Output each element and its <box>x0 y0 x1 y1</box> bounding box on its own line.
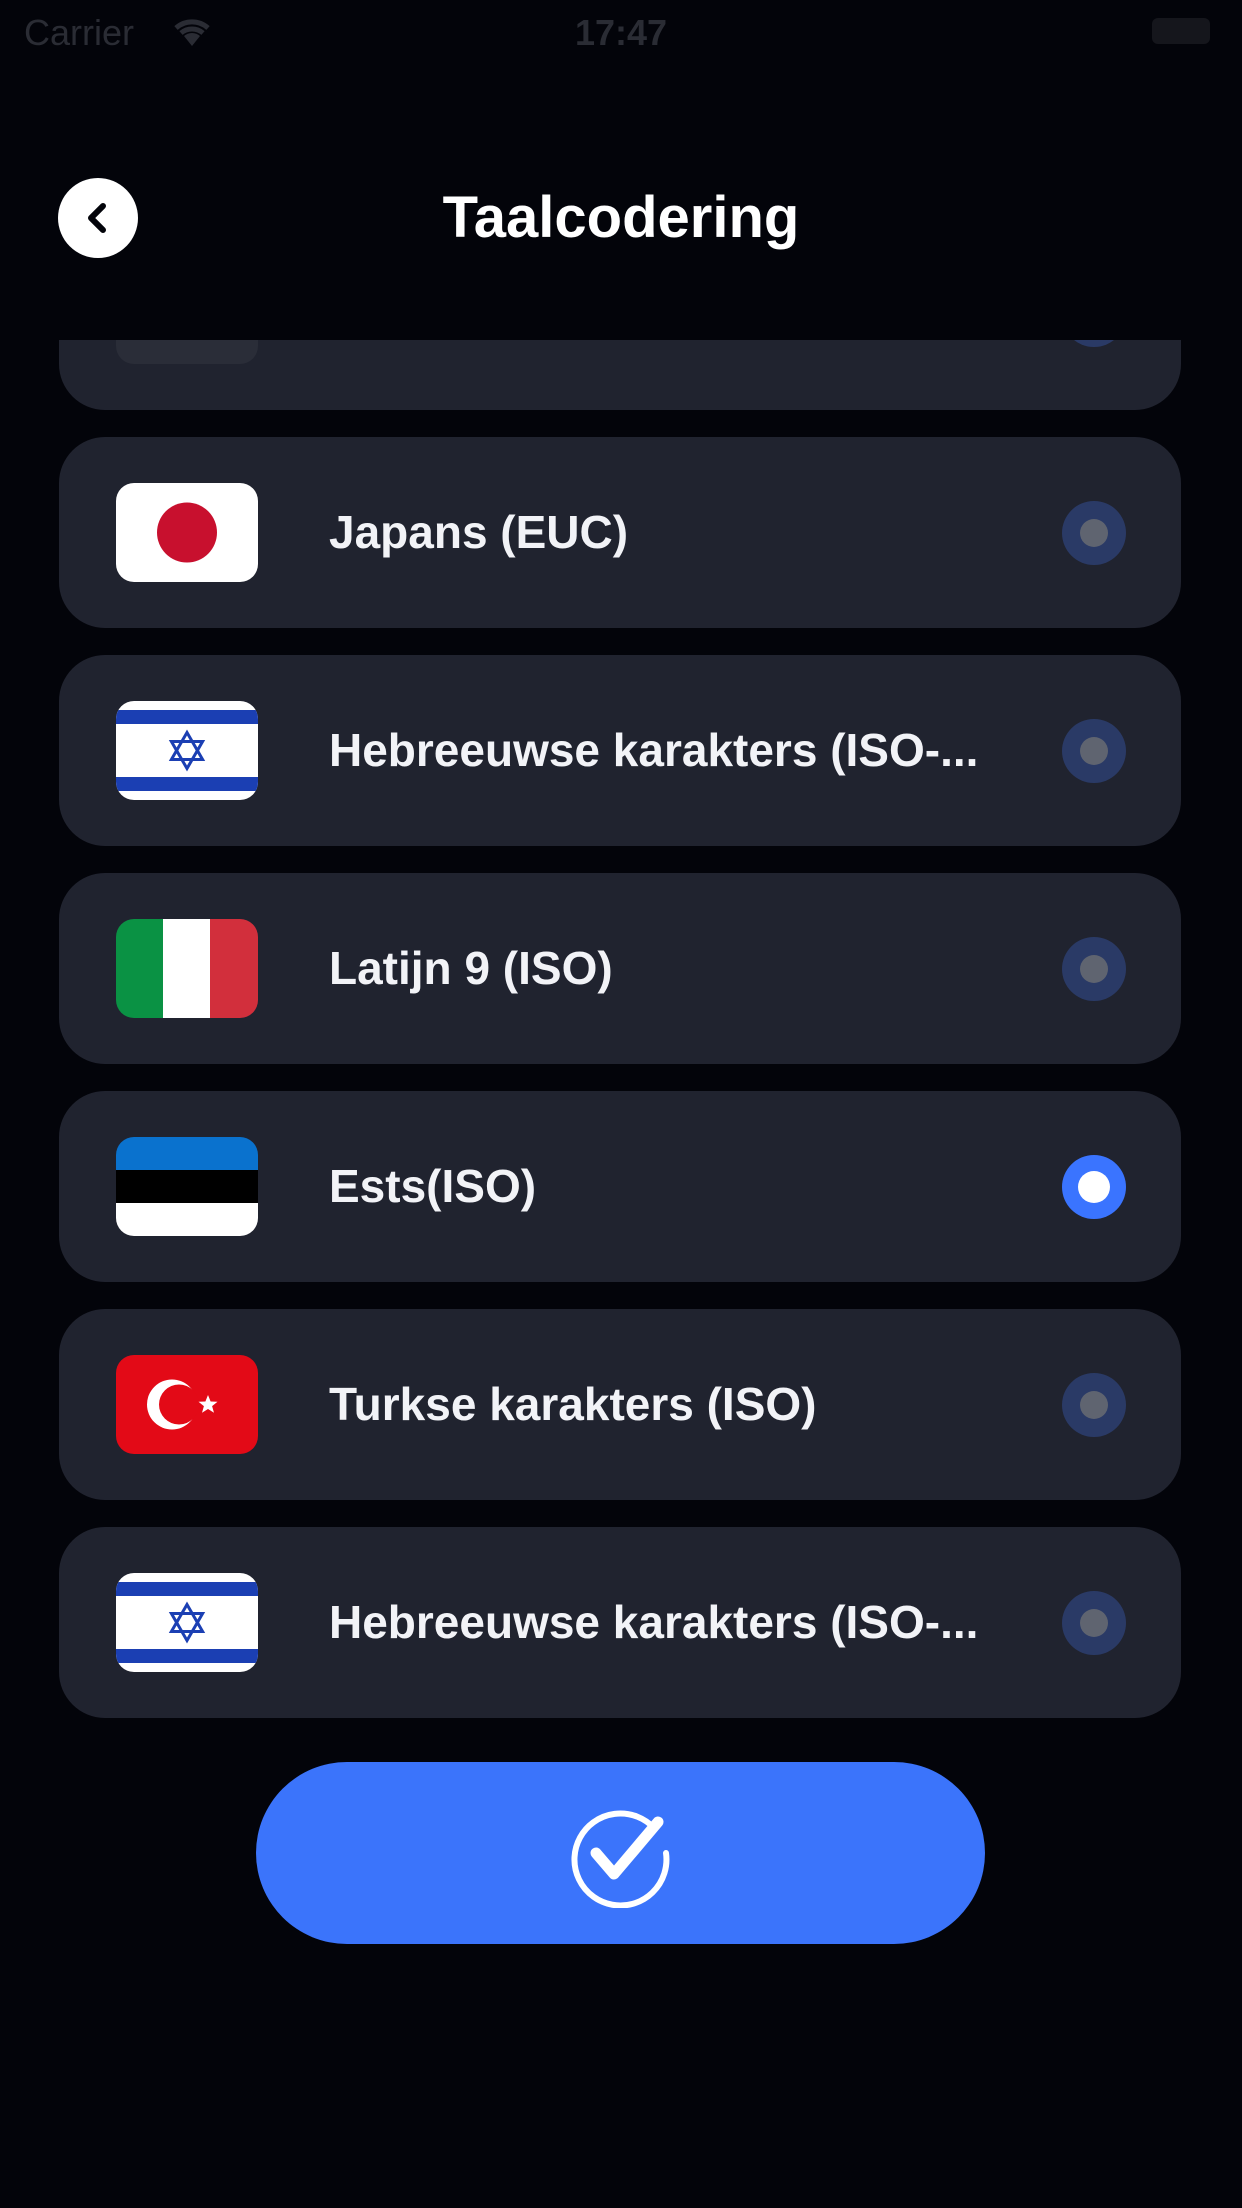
turkey-flag-icon <box>116 1355 258 1454</box>
japan-flag-icon <box>116 483 258 582</box>
israel-flag-icon <box>116 701 258 800</box>
radio-dot <box>1078 1171 1110 1203</box>
radio-button[interactable] <box>1062 1373 1126 1437</box>
encoding-option[interactable]: Latijn 9 (ISO) <box>59 873 1181 1064</box>
encoding-label: Ests(ISO) <box>329 1160 537 1212</box>
encoding-label <box>329 340 1089 410</box>
encoding-option[interactable]: Turkse karakters (ISO) <box>59 1309 1181 1500</box>
radio-button[interactable] <box>1062 501 1126 565</box>
encoding-option[interactable] <box>59 340 1181 410</box>
encoding-option[interactable]: Hebreeuwse karakters (ISO-... <box>59 655 1181 846</box>
unknown <box>116 340 258 364</box>
encoding-option[interactable]: Hebreeuwse karakters (ISO-... <box>59 1527 1181 1718</box>
radio-dot <box>1080 737 1108 765</box>
confirm-button[interactable] <box>256 1762 985 1944</box>
encoding-label: Turkse karakters (ISO) <box>329 1378 817 1430</box>
radio-dot <box>1080 1609 1108 1637</box>
encoding-label: Japans (EUC) <box>329 506 629 558</box>
radio-button[interactable] <box>1062 1591 1126 1655</box>
encoding-label: Latijn 9 (ISO) <box>329 942 613 994</box>
encoding-label: Hebreeuwse karakters (ISO-... <box>329 724 979 776</box>
estonia-flag-icon <box>116 1137 258 1236</box>
italy-flag-icon <box>116 919 258 1018</box>
radio-dot <box>1080 1391 1108 1419</box>
encoding-label: Hebreeuwse karakters (ISO-... <box>329 1596 979 1648</box>
israel-flag-icon <box>116 1573 258 1672</box>
battery-icon <box>1152 18 1210 44</box>
encoding-option[interactable]: Japans (EUC) <box>59 437 1181 628</box>
checkmark-circle-icon <box>570 1810 669 1908</box>
encoding-option[interactable]: Ests(ISO) <box>59 1091 1181 1282</box>
status-bar: Carrier 17:47 <box>0 0 1242 64</box>
radio-selected[interactable] <box>1062 1155 1126 1219</box>
radio-dot <box>1080 519 1108 547</box>
encoding-list[interactable]: Japans (EUC) Hebreeuwse karakters (ISO-..… <box>0 340 1242 1736</box>
status-time: 17:47 <box>574 12 668 53</box>
radio-button[interactable] <box>1062 719 1126 783</box>
radio-button[interactable] <box>1062 937 1126 1001</box>
radio-dot <box>1080 955 1108 983</box>
page-title: Taalcodering <box>442 185 800 250</box>
